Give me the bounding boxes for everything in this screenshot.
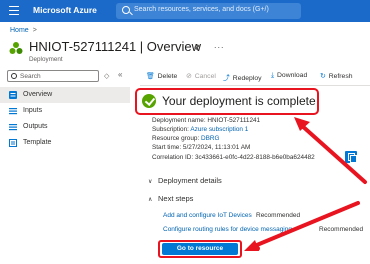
search-icon (11, 73, 17, 79)
sidebar-item-outputs[interactable]: Outputs (0, 119, 130, 135)
annotation-dot (255, 246, 260, 251)
commandbar-divider (140, 85, 370, 86)
chevron-down-icon: ∨ (148, 179, 153, 185)
redeploy-icon: ⤴ (223, 75, 230, 82)
go-to-resource-button[interactable]: Go to resource (162, 243, 238, 255)
inputs-icon (9, 108, 17, 115)
detail-label: Deployment name: (152, 117, 206, 124)
hamburger-menu-icon[interactable] (9, 6, 19, 15)
pin-icon[interactable]: 🖈 (193, 42, 200, 56)
next-steps-toggle[interactable]: ∧ Next steps (148, 194, 193, 203)
overview-icon (9, 91, 17, 99)
brand-title[interactable]: Microsoft Azure (33, 5, 97, 15)
download-button[interactable]: ⤓ Download (271, 72, 307, 80)
detail-label: Correlation ID: (152, 154, 194, 161)
delete-button[interactable]: 🗑 Delete (146, 72, 177, 80)
cancel-label: Cancel (194, 73, 216, 80)
template-icon (9, 139, 17, 147)
detail-value: 3c433661-e0fc-4d22-8188-b6e0ba624482 (194, 154, 315, 161)
delete-label: Delete (157, 73, 178, 80)
sidebar-search-input[interactable]: Search (7, 70, 99, 82)
sidebar-search-placeholder: Search (20, 72, 41, 80)
redeploy-button[interactable]: ⤴ Redeploy (223, 72, 262, 82)
expand-collapse-icon[interactable]: ◇ (104, 72, 109, 80)
detail-label: Subscription: (152, 126, 189, 133)
cancel-icon: ⊘ (186, 73, 192, 80)
download-label: Download (277, 72, 308, 79)
refresh-icon: ↻ (320, 73, 326, 80)
section-label: Next steps (158, 194, 194, 203)
detail-value: HNIOT-527111241 (207, 117, 261, 124)
ellipsis-icon[interactable]: ... (214, 40, 225, 50)
download-icon: ⤓ (271, 72, 275, 79)
detail-subscription: Subscription: Azure subscription 1 (152, 126, 248, 133)
deployment-details-toggle[interactable]: ∨ Deployment details (148, 176, 222, 185)
sidebar-item-label: Outputs (23, 122, 48, 130)
chevron-up-icon: ∧ (148, 197, 153, 203)
breadcrumb: Home > (10, 27, 37, 34)
search-icon (122, 6, 130, 14)
sidebar-item-label: Overview (23, 90, 53, 98)
detail-resource-group: Resource group: DBRG (152, 135, 220, 142)
detail-label: Resource group: (152, 135, 200, 142)
sidebar-item-inputs[interactable]: Inputs (0, 103, 130, 119)
next-step-link[interactable]: Configure routing rules for device messa… (163, 226, 292, 233)
top-bar: Microsoft Azure Search resources, servic… (0, 0, 370, 22)
detail-correlation-id: Correlation ID: 3c433661-e0fc-4d22-8188-… (152, 154, 315, 161)
collapse-sidebar-icon[interactable]: « (118, 70, 122, 79)
redeploy-label: Redeploy (232, 75, 262, 82)
recommended-tag: Recommended (256, 212, 301, 219)
deployment-resource-icon (9, 42, 23, 54)
section-label: Deployment details (158, 176, 222, 185)
refresh-button[interactable]: ↻ Refresh (320, 72, 353, 80)
detail-value: 5/27/2024, 11:13:01 AM (182, 144, 251, 151)
cancel-button[interactable]: ⊘ Cancel (186, 72, 216, 80)
copy-icon[interactable] (345, 151, 357, 163)
detail-label: Start time: (152, 144, 182, 151)
detail-start-time: Start time: 5/27/2024, 11:13:01 AM (152, 144, 250, 151)
breadcrumb-home[interactable]: Home (10, 27, 29, 34)
sidebar-item-label: Template (23, 138, 52, 146)
detail-deployment-name: Deployment name: HNIOT-527111241 (152, 117, 260, 124)
breadcrumb-separator: > (32, 27, 37, 34)
deployment-status-headline: Your deployment is complete (162, 94, 316, 108)
outputs-icon (9, 124, 17, 131)
page-title: HNIOT-527111241 | Overview (29, 39, 201, 54)
resource-group-link[interactable]: DBRG (201, 135, 219, 142)
sidebar-item-overview[interactable]: Overview (0, 87, 130, 103)
trash-icon: 🗑 (146, 73, 155, 80)
recommended-tag: Recommended (319, 226, 364, 233)
subscription-link[interactable]: Azure subscription 1 (190, 126, 248, 133)
global-search-input[interactable]: Search resources, services, and docs (G+… (116, 3, 301, 19)
page-subtitle: Deployment (29, 56, 63, 63)
sidebar-item-label: Inputs (23, 106, 43, 114)
sidebar-item-template[interactable]: Template (0, 135, 130, 151)
refresh-label: Refresh (328, 73, 353, 80)
success-check-icon (142, 94, 156, 108)
next-step-link[interactable]: Add and configure IoT Devices (163, 212, 252, 219)
global-search-placeholder: Search resources, services, and docs (G+… (134, 6, 269, 13)
